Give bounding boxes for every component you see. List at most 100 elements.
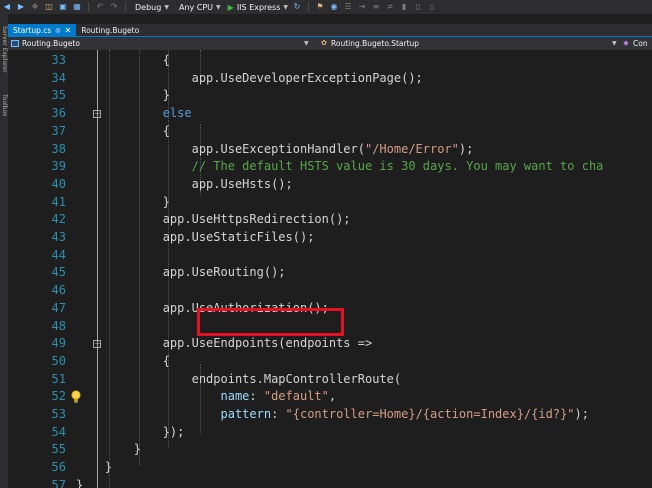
configuration-dropdown[interactable]: Debug ▼ <box>132 3 172 12</box>
code-line[interactable]: 44 <box>8 247 652 265</box>
line-number: 47 <box>51 300 66 315</box>
prev-bookmark-icon[interactable]: ▯ <box>413 2 423 12</box>
member-dropdown[interactable]: ◆ Con <box>622 37 648 50</box>
code-line[interactable]: 46 <box>8 282 652 300</box>
bookmark-icon[interactable]: ▮ <box>399 2 409 12</box>
line-number: 33 <box>51 53 66 67</box>
platform-dropdown[interactable]: Any CPU ▼ <box>176 3 224 12</box>
line-number: 55 <box>51 442 66 457</box>
code-text: name: "default", <box>220 389 337 404</box>
code-text: }); <box>76 424 185 439</box>
project-dropdown-arrow[interactable]: ▼ <box>304 37 309 50</box>
code-line[interactable]: 40 app.UseHsts(); <box>8 176 652 194</box>
open-icon[interactable]: ◫ <box>44 2 54 12</box>
code-line[interactable]: 57} <box>8 477 652 488</box>
class-icon: ✿ <box>321 39 327 47</box>
code-line[interactable]: 51 endpoints.MapControllerRoute( <box>8 371 652 389</box>
next-bookmark-icon[interactable]: ▯ <box>427 2 437 12</box>
document-tabs: Startup.cs ◎ ✕ Routing.Bugeto <box>8 24 652 36</box>
code-line[interactable]: 50 { <box>8 353 652 371</box>
code-text: app.UseStaticFiles(); <box>76 230 315 244</box>
line-number: 42 <box>51 212 66 227</box>
comment-icon[interactable]: ≡ <box>371 2 381 12</box>
project-dropdown[interactable]: Routing.Bugeto <box>11 37 80 50</box>
line-number: 43 <box>51 230 66 244</box>
code-text: } <box>76 477 84 488</box>
uncomment-icon[interactable]: ≠ <box>385 2 395 12</box>
tab-routing-bugeto[interactable]: Routing.Bugeto <box>76 24 144 36</box>
save-icon[interactable]: ▣ <box>58 2 68 12</box>
run-button[interactable]: ▶ IIS Express ▼ <box>228 3 288 12</box>
line-number: 41 <box>51 194 66 209</box>
code-text: endpoints.MapControllerRoute( <box>76 371 402 386</box>
toolbox-tab[interactable]: Toolbox <box>1 94 8 117</box>
code-line[interactable]: 39 // The default HSTS value is 30 days.… <box>8 158 652 176</box>
forward-icon[interactable]: ▶ <box>16 2 26 12</box>
code-text: } <box>76 88 170 103</box>
method-icon: ◆ <box>623 39 629 47</box>
redo-icon[interactable]: ↷ <box>109 2 119 12</box>
line-number: 56 <box>51 460 66 475</box>
code-line[interactable]: 53 pattern: "{controller=Home}/{action=I… <box>8 406 652 424</box>
line-number: 49 <box>51 336 66 351</box>
line-number: 46 <box>51 283 66 298</box>
play-icon: ▶ <box>227 2 234 12</box>
format-icon[interactable]: ☰ <box>343 2 353 12</box>
toolbar-divider <box>308 2 310 12</box>
type-dropdown[interactable]: ✿ Routing.Bugeto.Startup <box>320 37 419 50</box>
line-number: 34 <box>51 70 66 85</box>
line-number: 38 <box>51 141 66 156</box>
code-line[interactable]: 45 app.UseRouting(); <box>8 264 652 282</box>
code-text: else <box>162 106 192 121</box>
code-line[interactable]: 49− app.UseEndpoints(endpoints => <box>8 335 652 353</box>
tab-label: Routing.Bugeto <box>81 25 140 35</box>
line-number: 40 <box>51 176 66 191</box>
tab-label: Startup.cs <box>13 25 52 35</box>
code-line[interactable]: 38 app.UseExceptionHandler("/Home/Error"… <box>8 141 652 159</box>
chevron-down-icon: ▼ <box>612 40 617 47</box>
code-text: app.UseHttpsRedirection(); <box>76 212 351 227</box>
type-dropdown-arrow[interactable]: ▼ <box>612 37 617 50</box>
indent-icon[interactable]: ⇥ <box>357 2 367 12</box>
refresh-icon[interactable]: ↻ <box>292 2 302 12</box>
csharp-project-icon <box>11 40 19 47</box>
line-number: 39 <box>51 159 66 174</box>
code-line[interactable]: 41 } <box>8 194 652 212</box>
code-line[interactable]: 43 app.UseStaticFiles(); <box>8 229 652 247</box>
code-text: app.UseHsts(); <box>76 176 293 191</box>
back-icon[interactable]: ◀ <box>2 2 12 12</box>
code-line[interactable]: 56 } <box>8 459 652 477</box>
server-explorer-tab[interactable]: Server Explorer <box>1 26 8 73</box>
code-text: app.UseRouting(); <box>76 265 286 280</box>
line-number: 51 <box>51 371 66 386</box>
code-line[interactable]: 34 app.UseDeveloperExceptionPage(); <box>8 70 652 88</box>
save-all-icon[interactable]: ▦ <box>72 2 82 12</box>
type-label: Routing.Bugeto.Startup <box>331 39 420 48</box>
member-label: Con <box>633 39 648 48</box>
code-line[interactable]: 54 }); <box>8 424 652 442</box>
code-text: // The default HSTS value is 30 days. Yo… <box>191 159 604 174</box>
screenshot-icon[interactable]: ◉ <box>329 2 339 12</box>
code-line[interactable]: 33 { <box>8 52 652 70</box>
configuration-label: Debug <box>135 2 162 12</box>
code-line[interactable]: 37 { <box>8 123 652 141</box>
tab-startup-cs[interactable]: Startup.cs ◎ ✕ <box>8 24 77 36</box>
code-text: } <box>76 194 170 209</box>
browser-link-icon[interactable]: ⚑ <box>315 2 325 12</box>
code-text: { <box>76 353 170 368</box>
code-line[interactable]: 35 } <box>8 87 652 105</box>
toolbar-divider <box>88 2 89 12</box>
undo-icon[interactable]: ↶ <box>95 2 105 12</box>
navigation-bar: Routing.Bugeto ▼ ✿ Routing.Bugeto.Startu… <box>8 37 652 50</box>
code-editor[interactable]: 33 {34 app.UseDeveloperExceptionPage(); 3… <box>8 50 652 488</box>
new-project-icon[interactable]: ❖ <box>30 2 40 12</box>
code-line[interactable]: 52 name: "default", <box>8 388 652 406</box>
code-line[interactable]: 42 app.UseHttpsRedirection(); <box>8 211 652 229</box>
close-icon[interactable]: ✕ <box>65 26 72 35</box>
line-number: 57 <box>51 477 66 488</box>
code-text: } <box>76 460 113 475</box>
code-line[interactable]: 36− else <box>8 105 652 123</box>
pin-icon[interactable]: ◎ <box>55 27 60 34</box>
line-number: 48 <box>51 318 66 333</box>
code-line[interactable]: 55 } <box>8 441 652 459</box>
